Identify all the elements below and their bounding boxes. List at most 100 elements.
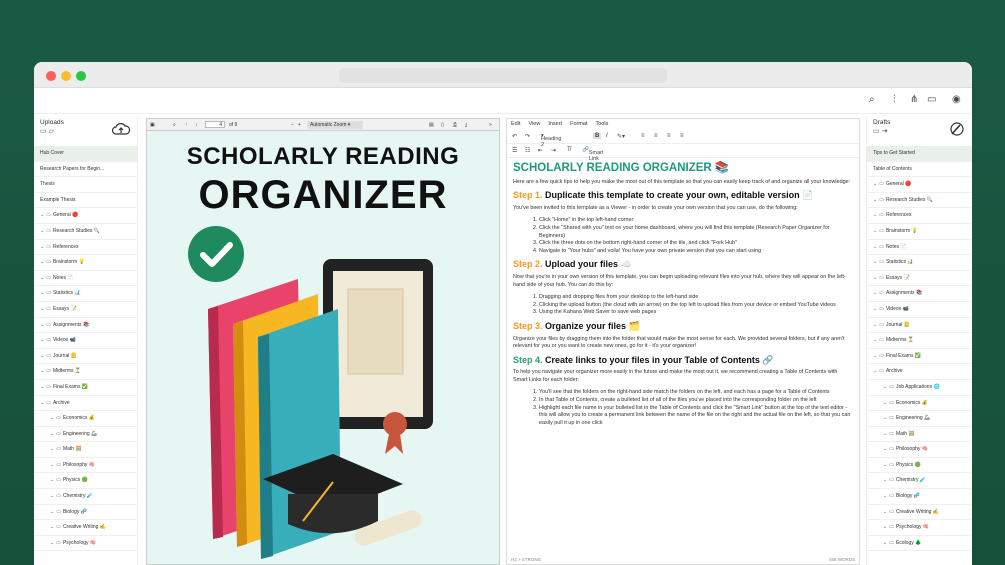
folder-item[interactable]: ⌄ ▭ Brainstorm 💡 (34, 255, 137, 271)
new-page-icon[interactable]: ▱ (49, 128, 54, 135)
folder-item[interactable]: ⌄ ▭ Assignments 📚 (867, 286, 972, 302)
numbered-list-icon[interactable]: ☷ (525, 147, 530, 154)
folder-item[interactable]: ⌄ ▭ Midterms ⏳ (867, 333, 972, 349)
chevron-down-icon[interactable]: ⌄ (883, 462, 887, 468)
align-left-icon[interactable]: ≡ (641, 133, 645, 139)
page-item[interactable]: Table of Contents (867, 162, 972, 178)
folder-item[interactable]: ⌄ ▭ Chemistry 🧪 (867, 473, 972, 490)
folder-item[interactable]: ⌄ ▭ Brainstorm 💡 (867, 224, 972, 240)
open-file-icon[interactable]: ▯ (441, 122, 444, 128)
chevron-down-icon[interactable]: ⌄ (873, 259, 877, 265)
menu-item[interactable]: View (528, 121, 540, 127)
folder-item[interactable]: ⌄ ▭ Math 🧮 (867, 427, 972, 443)
chevron-down-icon[interactable]: ⌄ (40, 368, 44, 374)
zoom-out-icon[interactable]: − (291, 122, 294, 128)
edit-draft-icon[interactable] (946, 122, 966, 136)
print-icon[interactable]: ⎙ (453, 122, 457, 128)
folder-item[interactable]: ⌄ ▭ Videos 📹 (867, 302, 972, 318)
zoom-in-icon[interactable]: + (298, 122, 301, 128)
bold-button[interactable]: B (593, 133, 602, 139)
smart-link-button[interactable]: 🔗 Smart Link (582, 147, 604, 162)
maximize-window-button[interactable] (76, 71, 86, 81)
highlight-icon[interactable]: ✎▾ (617, 133, 625, 140)
chevron-down-icon[interactable]: ⌄ (50, 446, 54, 452)
folder-item[interactable]: ⌄ ▭ Philosophy 🧠 (34, 458, 137, 474)
align-right-icon[interactable]: ≡ (667, 133, 671, 139)
chevron-down-icon[interactable]: ⌄ (873, 306, 877, 312)
folder-item[interactable]: ⌄ ▭ Biology 🧬 (34, 505, 137, 521)
justify-icon[interactable]: ≡ (680, 133, 684, 139)
align-center-icon[interactable]: ≡ (654, 133, 658, 139)
chevron-down-icon[interactable]: ⌄ (40, 400, 44, 406)
folder-item[interactable]: ⌄ ▭ Chemistry 🧪 (34, 489, 137, 505)
folder-item[interactable]: ⌄ ▭ Economics 💰 (34, 411, 137, 427)
next-page-icon[interactable]: ↓ (195, 122, 198, 128)
chevron-down-icon[interactable]: ⌄ (883, 415, 887, 421)
indent-icon[interactable]: ⇥ (551, 147, 556, 154)
folder-item[interactable]: ⌄ ▭ Journal 📒 (867, 318, 972, 334)
zoom-select[interactable]: Automatic Zoom ▾ (307, 121, 363, 129)
folder-item[interactable]: ⌄ ▭ Psychology 🧠 (867, 520, 972, 536)
more-tools-icon[interactable]: » (489, 122, 492, 128)
folder-item[interactable]: ⌄ ▭ Journal 📒 (34, 349, 137, 365)
chevron-down-icon[interactable]: ⌄ (883, 431, 887, 437)
chevron-down-icon[interactable]: ⌄ (873, 337, 877, 343)
menu-item[interactable]: Insert (548, 121, 562, 127)
folder-item[interactable]: ⌄ ▭ Assignments 📚 (34, 318, 137, 334)
chevron-down-icon[interactable]: ⌄ (40, 259, 44, 265)
folder-item[interactable]: ⌄ ▭ Archive (34, 396, 137, 412)
share-icon[interactable]: ⋔ (910, 94, 918, 105)
menu-item[interactable]: Tools (596, 121, 609, 127)
folder-item[interactable]: ⌄ ▭ Statistics 📊 (34, 286, 137, 302)
folder-item[interactable]: ⌄ ▭ References (34, 240, 137, 256)
chevron-down-icon[interactable]: ⌄ (40, 275, 44, 281)
chevron-down-icon[interactable]: ⌄ (40, 306, 44, 312)
folder-item[interactable]: ⌄ ▭ Notes 📄 (34, 271, 137, 287)
chevron-down-icon[interactable]: ⌄ (50, 509, 54, 515)
chevron-down-icon[interactable]: ⌄ (50, 524, 54, 530)
folder-item[interactable]: ⌄ ▭ Ecology 🌲 (867, 536, 972, 552)
outdent-icon[interactable]: ⇤ (538, 147, 543, 154)
chevron-down-icon[interactable]: ⌄ (40, 337, 44, 343)
chevron-down-icon[interactable]: ⌄ (50, 477, 54, 483)
folder-item[interactable]: ⌄ ▭ General 🔴 (867, 177, 972, 193)
folder-item[interactable]: ⌄ ▭ Economics 💰 (867, 396, 972, 412)
folder-item[interactable]: ⌄ ▭ Job Applications 🌐 (867, 380, 972, 396)
folder-item[interactable]: ⌄ ▭ Biology 🧬 (867, 489, 972, 505)
chevron-down-icon[interactable]: ⌄ (40, 228, 44, 234)
user-icon[interactable]: ◉ (952, 94, 961, 105)
chevron-down-icon[interactable]: ⌄ (883, 524, 887, 530)
chevron-down-icon[interactable]: ⌄ (873, 368, 877, 374)
minimize-window-button[interactable] (61, 71, 71, 81)
chevron-down-icon[interactable]: ⌄ (873, 181, 877, 187)
heading-select[interactable]: Heading 2 ▾ (541, 133, 562, 148)
chevron-down-icon[interactable]: ⌄ (883, 384, 887, 390)
presentation-icon[interactable]: ▤ (429, 122, 434, 128)
chevron-down-icon[interactable]: ⌄ (873, 353, 877, 359)
folder-item[interactable]: ⌄ ▭ Videos 📹 (34, 333, 137, 349)
folder-item[interactable]: ⌄ ▭ Philosophy 🧠 (867, 442, 972, 458)
folder-item[interactable]: ⌄ ▭ Final Exams ✅ (867, 349, 972, 365)
address-bar[interactable] (339, 68, 667, 83)
folder-item[interactable]: ⌄ ▭ Physics 🟢 (867, 458, 972, 474)
page-item[interactable]: Research Papers for Begin... (34, 162, 137, 178)
folder-item[interactable]: ⌄ ▭ Midterms ⏳ (34, 364, 137, 380)
chevron-down-icon[interactable]: ⌄ (873, 275, 877, 281)
upload-cloud-icon[interactable] (111, 122, 131, 136)
chevron-down-icon[interactable]: ⌄ (40, 212, 44, 218)
folder-item[interactable]: ⌄ ▭ Creative Writing ✍️ (34, 520, 137, 536)
search-icon[interactable]: ⌕ (869, 94, 875, 105)
chevron-down-icon[interactable]: ⌄ (873, 290, 877, 296)
chevron-down-icon[interactable]: ⌄ (40, 384, 44, 390)
menu-item[interactable]: Format (570, 121, 587, 127)
redo-icon[interactable]: ↷ (525, 133, 530, 140)
folder-item[interactable]: ⌄ ▭ Final Exams ✅ (34, 380, 137, 396)
page-item[interactable]: Example Thesis (34, 193, 137, 209)
folder-item[interactable]: ⌄ ▭ Creative Writing ✍️ (867, 505, 972, 521)
folder-item[interactable]: ⌄ ▭ Engineering 🦾 (867, 411, 972, 427)
chevron-down-icon[interactable]: ⌄ (883, 493, 887, 499)
sliders-icon[interactable]: ⫶ (893, 94, 896, 105)
move-icon[interactable]: ⇥ (882, 128, 888, 135)
folder-item[interactable]: ⌄ ▭ Archive (867, 364, 972, 380)
chevron-down-icon[interactable]: ⌄ (883, 446, 887, 452)
